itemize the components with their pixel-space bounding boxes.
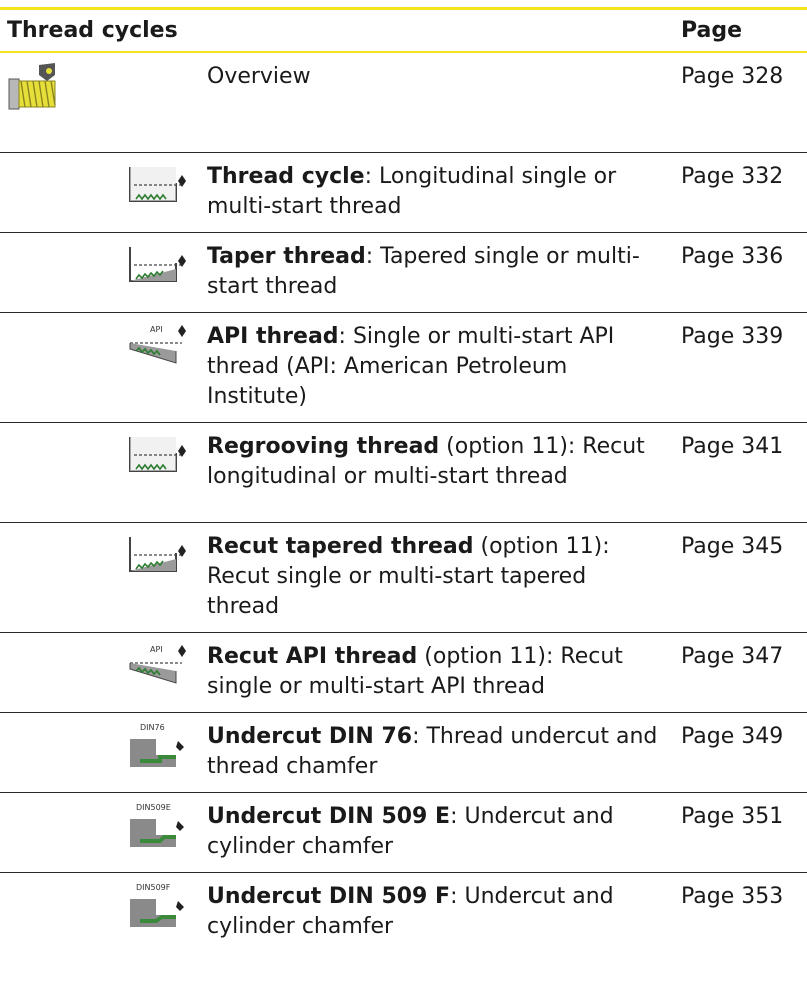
icon-cell [0, 522, 200, 633]
recut-tapered-thread-icon [129, 536, 186, 572]
header-blank [200, 10, 674, 53]
table-row: Recut tapered thread (option 11): Recut … [0, 522, 807, 633]
page-link[interactable]: Page 332 [674, 152, 807, 233]
row-name: Regrooving thread [207, 433, 440, 459]
page-link[interactable]: Page 328 [674, 52, 807, 153]
page-link[interactable]: Page 353 [674, 872, 807, 952]
undercut-din509f-icon: DIN509F [130, 883, 184, 927]
table-row: Overview Page 328 [0, 52, 807, 153]
table-header-row: Thread cycles Page [0, 10, 807, 53]
page-link[interactable]: Page 347 [674, 632, 807, 713]
page-link[interactable]: Page 336 [674, 232, 807, 313]
page-link[interactable]: Page 351 [674, 792, 807, 873]
recut-api-thread-icon: API [129, 644, 186, 684]
row-name: API thread [207, 323, 339, 349]
row-name: Taper thread [207, 243, 366, 269]
row-desc: Undercut DIN 509 F: Undercut and cylinde… [200, 872, 674, 952]
table-row: Taper thread: Tapered single or multi-st… [0, 232, 807, 313]
thread-cycles-table: Thread cycles Page Overview Page 328 Thr… [0, 10, 807, 952]
icon-cell [0, 232, 200, 313]
regrooving-thread-icon [129, 436, 186, 472]
thread-cycle-icon [129, 166, 186, 202]
icon-cell: DIN76 [0, 712, 200, 793]
row-name: Undercut DIN 509 E [207, 803, 451, 829]
table-row: DIN509F Undercut DIN 509 F: Undercut and… [0, 872, 807, 952]
row-name: Undercut DIN 76 [207, 723, 413, 749]
page-link[interactable]: Page 345 [674, 522, 807, 633]
thread-overview-icon [8, 63, 56, 110]
table-row: API Recut API thread (option 11): Recut … [0, 632, 807, 713]
row-name: Thread cycle [207, 163, 365, 189]
row-text: Overview [207, 64, 311, 89]
icon-cell [0, 422, 200, 523]
row-desc: Undercut DIN 509 E: Undercut and cylinde… [200, 792, 674, 873]
icon-label-din76: DIN76 [140, 723, 165, 732]
api-thread-icon: API [129, 324, 186, 364]
undercut-din76-icon: DIN76 [130, 723, 184, 767]
table-row: Thread cycle: Longitudinal single or mul… [0, 152, 807, 233]
row-desc: Taper thread: Tapered single or multi-st… [200, 232, 674, 313]
page-link[interactable]: Page 349 [674, 712, 807, 793]
icon-cell: DIN509F [0, 872, 200, 952]
undercut-din509e-icon: DIN509E [130, 803, 184, 847]
icon-label-din509e: DIN509E [136, 803, 171, 812]
icon-label-api: API [150, 325, 163, 334]
page-link[interactable]: Page 339 [674, 312, 807, 423]
row-desc: API thread: Single or multi-start API th… [200, 312, 674, 423]
row-name: Recut tapered thread [207, 533, 474, 559]
row-desc: Regrooving thread (option 11): Recut lon… [200, 422, 674, 523]
row-desc: Recut tapered thread (option 11): Recut … [200, 522, 674, 633]
icon-label-api: API [150, 645, 163, 654]
page-link[interactable]: Page 341 [674, 422, 807, 523]
page: Thread cycles Page Overview Page 328 Thr… [0, 0, 807, 981]
taper-thread-icon [129, 246, 186, 282]
row-desc: Recut API thread (option 11): Recut sing… [200, 632, 674, 713]
table-row: DIN509E Undercut DIN 509 E: Undercut and… [0, 792, 807, 873]
table-row: Regrooving thread (option 11): Recut lon… [0, 422, 807, 523]
icon-cell: API [0, 312, 200, 423]
icon-cell: API [0, 632, 200, 713]
icon-cell: DIN509E [0, 792, 200, 873]
icon-cell [0, 52, 200, 153]
row-desc: Undercut DIN 76: Thread undercut and thr… [200, 712, 674, 793]
header-thread-cycles: Thread cycles [0, 10, 200, 53]
icon-label-din509f: DIN509F [136, 883, 171, 892]
row-name: Recut API thread [207, 643, 418, 669]
table-row: API API thread: Single or multi-start AP… [0, 312, 807, 423]
row-desc: Thread cycle: Longitudinal single or mul… [200, 152, 674, 233]
table-row: DIN76 Undercut DIN 76: Thread undercut a… [0, 712, 807, 793]
icon-cell [0, 152, 200, 233]
header-page: Page [674, 10, 807, 53]
row-name: Undercut DIN 509 F [207, 883, 451, 909]
row-desc: Overview [200, 52, 674, 153]
